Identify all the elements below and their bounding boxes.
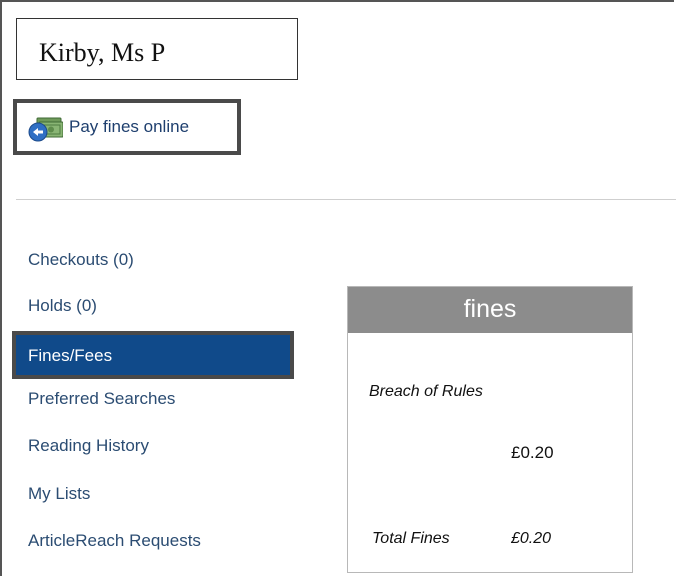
- money-payment-icon: [27, 115, 64, 143]
- nav-item-articlereach-requests[interactable]: ArticleReach Requests: [28, 531, 201, 551]
- fine-description: Breach of Rules: [369, 383, 483, 400]
- nav-item-reading-history[interactable]: Reading History: [28, 436, 149, 456]
- nav-item-holds[interactable]: Holds (0): [28, 296, 97, 316]
- nav-item-fines-fees[interactable]: Fines/Fees: [12, 331, 294, 379]
- fine-amount: £0.20: [511, 443, 554, 462]
- pay-fines-online-label: Pay fines online: [69, 117, 190, 136]
- nav-item-fines-fees-label: Fines/Fees: [28, 346, 113, 365]
- fines-panel: fines Breach of Rules £0.20 Total Fines …: [347, 286, 633, 573]
- section-divider: [16, 199, 676, 200]
- fines-panel-title: fines: [463, 295, 517, 323]
- patron-name-box: Kirby, Ms P: [16, 18, 298, 80]
- total-fines-amount: £0.20: [511, 530, 552, 547]
- fines-panel-header: fines: [348, 287, 632, 333]
- nav-item-checkouts[interactable]: Checkouts (0): [28, 250, 134, 270]
- nav-item-my-lists[interactable]: My Lists: [28, 484, 90, 504]
- pay-fines-online-link[interactable]: Pay fines online: [13, 99, 241, 155]
- total-fines-label: Total Fines: [372, 530, 450, 547]
- patron-name: Kirby, Ms P: [39, 38, 166, 67]
- nav-item-preferred-searches[interactable]: Preferred Searches: [28, 389, 175, 409]
